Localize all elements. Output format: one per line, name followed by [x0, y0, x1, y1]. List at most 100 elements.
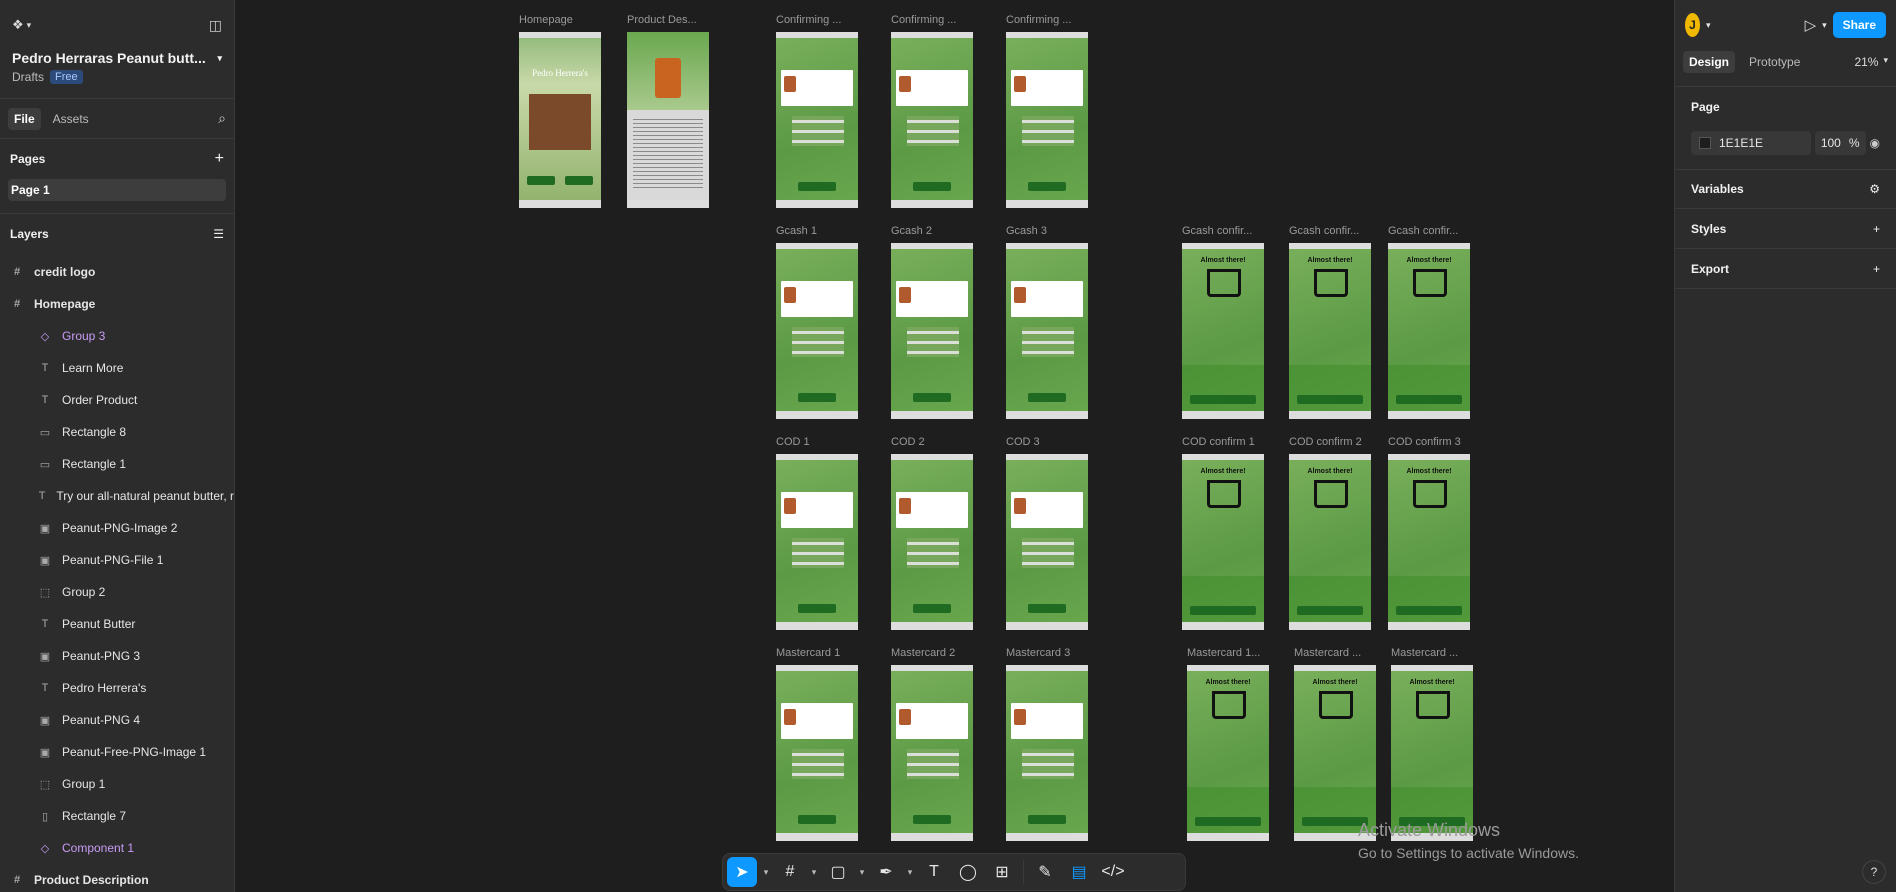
frame-label[interactable]: Mastercard 3	[1006, 647, 1070, 659]
chevron-down-icon[interactable]: ▾	[761, 867, 771, 878]
layer-item[interactable]: T Learn More	[0, 352, 234, 384]
frame-label[interactable]: Homepage	[519, 14, 573, 26]
layer-item[interactable]: ▣ Peanut-PNG 4	[0, 704, 234, 736]
variables-icon[interactable]: ⚙	[1869, 182, 1880, 196]
frame-label[interactable]: Confirming ...	[1006, 14, 1071, 26]
styles-section[interactable]: Styles +	[1675, 209, 1896, 249]
page-color-field[interactable]: 1E1E1E	[1691, 131, 1811, 155]
layer-item[interactable]: T Pedro Herrera's	[0, 672, 234, 704]
sidebar-toggle-icon[interactable]: ◫	[209, 17, 222, 34]
layer-item[interactable]: # Homepage	[0, 288, 234, 320]
frame-checkout[interactable]	[891, 243, 973, 419]
frame-confirm[interactable]: Almost there!	[1294, 665, 1376, 841]
frame-label[interactable]: Mastercard 1...	[1187, 647, 1260, 659]
chevron-down-icon[interactable]: ▾	[905, 867, 915, 878]
frame-label[interactable]: Gcash confir...	[1388, 225, 1458, 237]
color-swatch[interactable]	[1699, 137, 1711, 149]
frame-label[interactable]: Gcash 3	[1006, 225, 1047, 237]
tab-assets[interactable]: Assets	[47, 108, 95, 130]
frame-confirm[interactable]: Almost there!	[1391, 665, 1473, 841]
page-opacity-field[interactable]: 100 %	[1814, 131, 1866, 155]
frame-label[interactable]: Mastercard 2	[891, 647, 955, 659]
design-mode-button[interactable]: ▤	[1064, 857, 1094, 887]
frame-label[interactable]: Confirming ...	[891, 14, 956, 26]
tab-file[interactable]: File	[8, 107, 41, 130]
collapse-layers-icon[interactable]: ☰	[213, 227, 224, 241]
frame-label[interactable]: Confirming ...	[776, 14, 841, 26]
frame-checkout[interactable]	[776, 243, 858, 419]
frame-checkout[interactable]	[1006, 454, 1088, 630]
frame-checkout[interactable]	[1006, 32, 1088, 208]
layer-item[interactable]: ⬚ Group 2	[0, 576, 234, 608]
frame-label[interactable]: Mastercard ...	[1294, 647, 1361, 659]
layer-item[interactable]: T Try our all-natural peanut butter, r	[0, 480, 234, 512]
layer-item[interactable]: ◇ Group 3	[0, 320, 234, 352]
move-tool-button[interactable]: ➤	[727, 857, 757, 887]
tab-design[interactable]: Design	[1683, 51, 1736, 73]
frame-home[interactable]: Pedro Herrera's	[519, 32, 601, 208]
layer-item[interactable]: ▭ Rectangle 8	[0, 416, 234, 448]
frame-label[interactable]: COD confirm 2	[1289, 436, 1362, 448]
layer-item[interactable]: ◇ Component 1	[0, 832, 234, 864]
frame-label[interactable]: Gcash 1	[776, 225, 817, 237]
eye-icon[interactable]: ◉	[1870, 136, 1880, 150]
frame-checkout[interactable]	[1006, 243, 1088, 419]
layer-item[interactable]: # credit logo	[0, 256, 234, 288]
frame-confirm[interactable]: Almost there!	[1187, 665, 1269, 841]
file-location[interactable]: Drafts	[12, 70, 44, 84]
frame-confirm[interactable]: Almost there!	[1182, 243, 1264, 419]
chevron-down-icon[interactable]: ▾	[1822, 20, 1827, 31]
frame-label[interactable]: COD 3	[1006, 436, 1040, 448]
frame-label[interactable]: COD confirm 1	[1182, 436, 1255, 448]
frame-confirm[interactable]: Almost there!	[1388, 454, 1470, 630]
file-name-button[interactable]: Pedro Herraras Peanut butt... ▾	[0, 50, 234, 66]
share-button[interactable]: Share	[1832, 12, 1886, 38]
layer-item[interactable]: ▯ Rectangle 7	[0, 800, 234, 832]
frame-prod[interactable]	[627, 32, 709, 208]
frame-checkout[interactable]	[891, 665, 973, 841]
layer-item[interactable]: ▭ Rectangle 1	[0, 448, 234, 480]
frame-label[interactable]: COD 2	[891, 436, 925, 448]
frame-label[interactable]: Gcash 2	[891, 225, 932, 237]
frame-checkout[interactable]	[891, 32, 973, 208]
layer-item[interactable]: ⬚ Group 1	[0, 768, 234, 800]
layer-item[interactable]: ▣ Peanut-PNG 3	[0, 640, 234, 672]
frame-label[interactable]: Mastercard ...	[1391, 647, 1458, 659]
present-button[interactable]: ▷	[1805, 16, 1817, 34]
main-menu-button[interactable]: ❖ ▾	[12, 17, 31, 33]
actions-tool-button[interactable]: ⊞	[987, 857, 1017, 887]
layer-item[interactable]: ▣ Peanut-PNG-Image 2	[0, 512, 234, 544]
frame-label[interactable]: Product Des...	[627, 14, 697, 26]
zoom-menu[interactable]: 21% ▾	[1854, 55, 1888, 69]
draw-mode-button[interactable]: ✎	[1030, 857, 1060, 887]
chevron-down-icon[interactable]: ▾	[1706, 20, 1711, 31]
frame-checkout[interactable]	[891, 454, 973, 630]
search-icon[interactable]: ⌕	[218, 110, 226, 127]
frame-checkout[interactable]	[1006, 665, 1088, 841]
help-button[interactable]: ?	[1862, 860, 1886, 884]
frame-confirm[interactable]: Almost there!	[1182, 454, 1264, 630]
frame-checkout[interactable]	[776, 32, 858, 208]
frame-label[interactable]: COD 1	[776, 436, 810, 448]
layer-item[interactable]: T Peanut Butter	[0, 608, 234, 640]
frame-label[interactable]: Gcash confir...	[1182, 225, 1252, 237]
layer-item[interactable]: ▣ Peanut-Free-PNG-Image 1	[0, 736, 234, 768]
comment-tool-button[interactable]: ◯	[953, 857, 983, 887]
frame-checkout[interactable]	[776, 665, 858, 841]
tab-prototype[interactable]: Prototype	[1743, 51, 1806, 73]
add-style-icon[interactable]: +	[1873, 222, 1880, 236]
layer-item[interactable]: # Product Description	[0, 864, 234, 892]
add-export-icon[interactable]: +	[1873, 262, 1880, 276]
frame-confirm[interactable]: Almost there!	[1289, 454, 1371, 630]
frame-confirm[interactable]: Almost there!	[1289, 243, 1371, 419]
frame-label[interactable]: Mastercard 1	[776, 647, 840, 659]
page-item-page-1[interactable]: Page 1	[8, 179, 226, 201]
frame-label[interactable]: Gcash confir...	[1289, 225, 1359, 237]
export-section[interactable]: Export +	[1675, 249, 1896, 289]
avatar[interactable]: J	[1685, 13, 1701, 37]
add-page-icon[interactable]: +	[215, 150, 224, 168]
frame-tool-button[interactable]: #	[775, 857, 805, 887]
chevron-down-icon[interactable]: ▾	[809, 867, 819, 878]
dev-mode-button[interactable]: </>	[1098, 857, 1128, 887]
layer-item[interactable]: ▣ Peanut-PNG-File 1	[0, 544, 234, 576]
